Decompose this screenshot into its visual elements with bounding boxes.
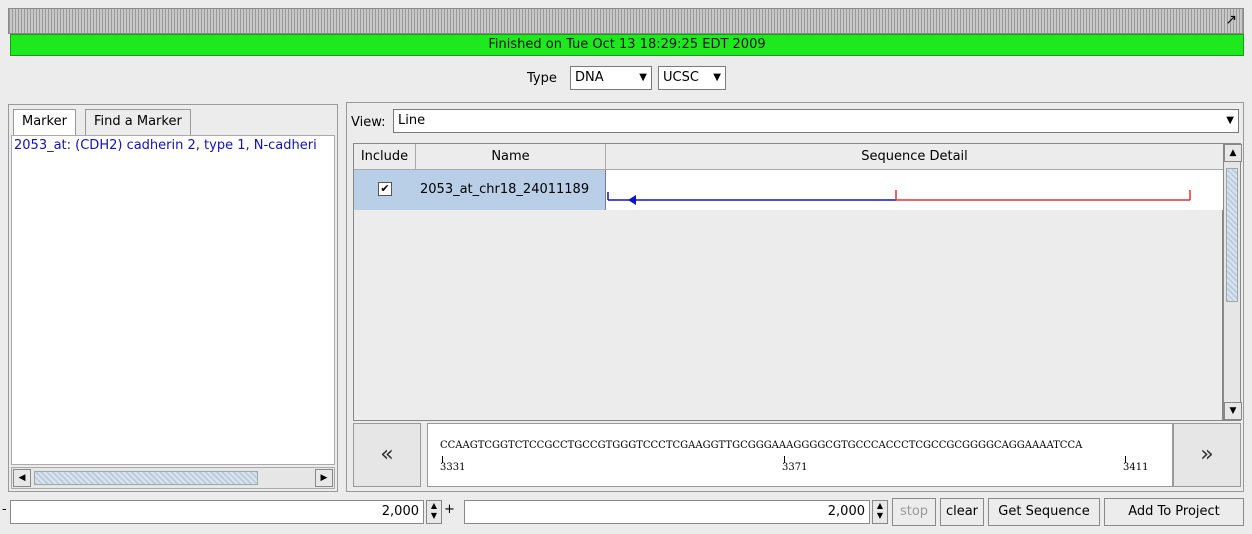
left-panel: Marker Find a Marker 2053_at: (CDH2) cad… (8, 104, 338, 492)
tab-find-a-marker[interactable]: Find a Marker (85, 109, 191, 135)
tab-marker[interactable]: Marker (13, 109, 76, 135)
right-panel: View: Line ▼ Include Name Sequence Detai… (346, 102, 1244, 492)
upstream-length-field[interactable]: 2,000 (10, 500, 424, 524)
scroll-right-icon[interactable]: ▶ (315, 469, 333, 487)
scroll-left-icon[interactable]: ◀ (13, 469, 31, 487)
column-header-sequence-detail[interactable]: Sequence Detail (606, 144, 1224, 170)
scroll-thumb[interactable] (1226, 168, 1238, 302)
downstream-length-field[interactable]: 2,000 (464, 500, 870, 524)
direction-arrow-icon (628, 195, 636, 205)
sequence-bases: CCAAGTCGGTCTCCGCCTGCCGTGGGTCCCTCGAAGGTTG… (440, 440, 1083, 451)
view-select[interactable]: Line ▼ (393, 109, 1239, 133)
title-bar: ↗ (8, 8, 1244, 34)
get-sequence-button[interactable]: Get Sequence (988, 498, 1100, 526)
view-label: View: (351, 115, 386, 130)
source-select-value: UCSC (663, 70, 699, 85)
sequence-detail-cell (606, 170, 1224, 210)
previous-button[interactable]: « (353, 423, 421, 487)
expand-arrow-icon[interactable]: ↗ (1225, 12, 1237, 28)
clear-button[interactable]: clear (940, 498, 984, 526)
type-select[interactable]: DNA ▼ (570, 66, 652, 90)
marker-list-scrollbar[interactable]: ◀ ▶ (11, 467, 335, 489)
triangle-down-icon: ▼ (1226, 115, 1234, 126)
scroll-thumb[interactable] (34, 471, 258, 485)
downstream-label: + (444, 502, 455, 517)
downstream-spinner[interactable]: ▲ ▼ (872, 500, 888, 524)
source-select[interactable]: UCSC ▼ (658, 66, 726, 90)
sequence-line-graphic (607, 190, 1191, 205)
triangle-down-icon: ▼ (713, 72, 721, 83)
type-row: Type DNA ▼ UCSC ▼ (0, 62, 1252, 96)
include-cell: ✔ (354, 170, 416, 210)
sequence-strip: « CCAAGTCGGTCTCCGCCTGCCGTGGGTCCCTCGAAGGT… (353, 423, 1241, 487)
column-header-include[interactable]: Include (354, 144, 416, 170)
position-label: 3331 (440, 462, 466, 473)
status-bar: Finished on Tue Oct 13 18:29:25 EDT 2009 (10, 34, 1244, 56)
scroll-up-icon[interactable]: ▲ (1224, 144, 1242, 162)
position-label: 3371 (782, 462, 808, 473)
marker-list: 2053_at: (CDH2) cadherin 2, type 1, N-ca… (11, 135, 335, 465)
table-vertical-scrollbar[interactable]: ▲ ▼ (1223, 143, 1242, 421)
scroll-down-icon[interactable]: ▼ (1224, 402, 1242, 420)
add-to-project-button[interactable]: Add To Project (1104, 498, 1244, 526)
sequence-table: Include Name Sequence Detail ✔ 2053_at_c… (353, 143, 1224, 421)
next-button[interactable]: » (1173, 423, 1241, 487)
sequence-viewer: CCAAGTCGGTCTCCGCCTGCCGTGGGTCCCTCGAAGGTTG… (427, 423, 1173, 487)
upstream-label: - (2, 502, 7, 517)
type-select-value: DNA (575, 70, 604, 85)
marker-list-item[interactable]: 2053_at: (CDH2) cadherin 2, type 1, N-ca… (12, 136, 334, 155)
triangle-down-icon: ▼ (639, 72, 647, 83)
view-select-value: Line (398, 113, 426, 128)
bottom-bar: - 2,000 ▲ ▼ + 2,000 ▲ ▼ stop clear Get Seq… (0, 496, 1252, 526)
include-checkbox[interactable]: ✔ (378, 182, 392, 196)
stop-button[interactable]: stop (892, 498, 936, 526)
upstream-spinner[interactable]: ▲ ▼ (426, 500, 442, 524)
column-header-name[interactable]: Name (416, 144, 606, 170)
type-label: Type (527, 71, 557, 86)
table-row[interactable]: ✔ 2053_at_chr18_24011189 (354, 170, 1224, 210)
name-cell: 2053_at_chr18_24011189 (416, 170, 606, 210)
position-label: 3411 (1123, 462, 1149, 473)
